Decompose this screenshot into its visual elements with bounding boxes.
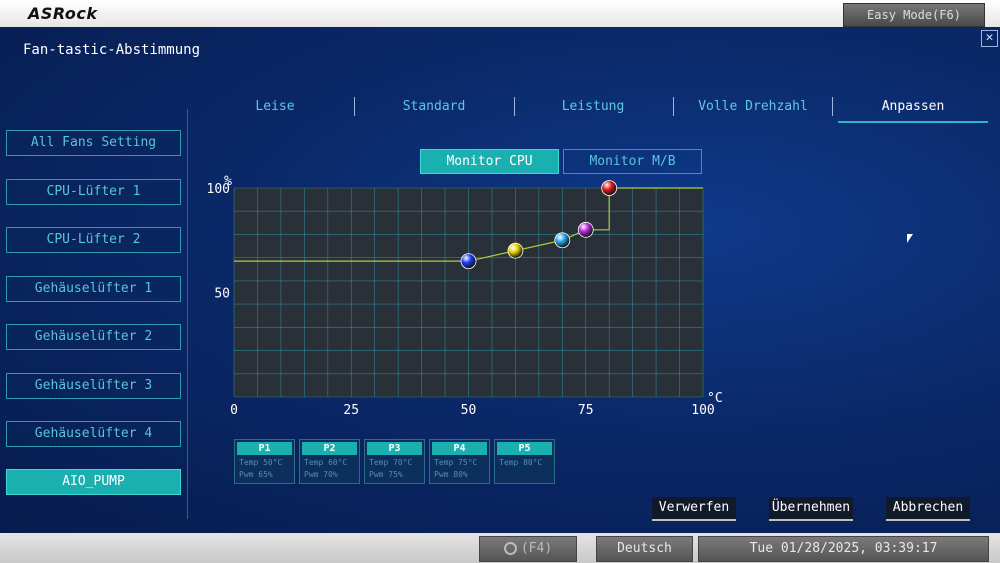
mouse-cursor-icon <box>907 234 913 243</box>
close-icon[interactable]: ✕ <box>981 30 998 47</box>
tab-separator <box>354 97 355 116</box>
cancel-button[interactable]: Abbrechen <box>886 497 970 521</box>
point-label: P3 <box>367 442 422 455</box>
point-temp: Temp 60°C <box>304 458 348 467</box>
curve-point-p5[interactable] <box>601 180 618 196</box>
tab-leise[interactable]: Leise <box>235 97 315 121</box>
language-button[interactable]: Deutsch <box>596 536 693 562</box>
sidebar-item-cpu-fan-1[interactable]: CPU-Lüfter 1 <box>6 179 181 205</box>
point-info-p5: P5 Temp 80°C <box>494 439 555 484</box>
tab-anpassen[interactable]: Anpassen <box>838 97 988 123</box>
curve-point-p1[interactable] <box>460 253 477 270</box>
monitor-mb-button[interactable]: Monitor M/B <box>563 149 702 174</box>
curve-point-p4[interactable] <box>577 221 594 238</box>
point-info-p3: P3 Temp 70°C Pwm 75% <box>364 439 425 484</box>
point-info-p4: P4 Temp 75°C Pwm 80% <box>429 439 490 484</box>
y-tick-label: 50 <box>214 287 230 302</box>
point-pwm: Pwm 65% <box>239 470 273 479</box>
apply-button[interactable]: Übernehmen <box>769 497 853 521</box>
search-icon <box>503 542 517 555</box>
tab-separator <box>514 97 515 116</box>
x-unit-label: °C <box>707 391 723 406</box>
sidebar-item-cpu-fan-2[interactable]: CPU-Lüfter 2 <box>6 227 181 253</box>
bottom-bar: (F4) Deutsch Tue 01/28/2025, 03:39:17 <box>0 533 1000 563</box>
curve-point-p2[interactable] <box>507 242 524 259</box>
top-bar: ASRock Easy Mode(F6) <box>0 0 1000 27</box>
tab-leistung[interactable]: Leistung <box>553 97 633 121</box>
x-tick-label: 25 <box>343 403 359 418</box>
point-temp: Temp 70°C <box>369 458 413 467</box>
datetime-display[interactable]: Tue 01/28/2025, 03:39:17 <box>698 536 989 562</box>
search-shortcut-label: (F4) <box>520 541 553 556</box>
y-unit-label: % <box>224 174 232 189</box>
point-pwm: Pwm 75% <box>369 470 403 479</box>
tab-separator <box>673 97 674 116</box>
sidebar-item-chassis-fan-3[interactable]: Gehäuselüfter 3 <box>6 373 181 399</box>
main-panel: Fan-tastic-Abstimmung ✕ Leise Standard L… <box>0 27 1000 533</box>
point-temp: Temp 80°C <box>499 458 543 467</box>
fan-curve-chart[interactable]: 0 25 50 75 10010050%°C <box>205 174 735 424</box>
easy-mode-button[interactable]: Easy Mode(F6) <box>843 3 985 27</box>
search-button[interactable]: (F4) <box>479 536 577 562</box>
sidebar-divider <box>187 109 188 519</box>
tab-volle-drehzahl[interactable]: Volle Drehzahl <box>693 97 813 121</box>
asrock-logo: ASRock <box>28 4 98 23</box>
sidebar-item-chassis-fan-4[interactable]: Gehäuselüfter 4 <box>6 421 181 447</box>
point-label: P2 <box>302 442 357 455</box>
point-info-p1: P1 Temp 50°C Pwm 65% <box>234 439 295 484</box>
point-pwm: Pwm 80% <box>434 470 468 479</box>
page-title: Fan-tastic-Abstimmung <box>23 42 201 58</box>
x-tick-label: 0 <box>230 403 238 418</box>
tab-separator <box>832 97 833 116</box>
sidebar-item-all-fans[interactable]: All Fans Setting <box>6 130 181 156</box>
x-tick-label: 75 <box>578 403 594 418</box>
sidebar-item-chassis-fan-1[interactable]: Gehäuselüfter 1 <box>6 276 181 302</box>
curve-point-p3[interactable] <box>554 232 571 249</box>
point-temp: Temp 50°C <box>239 458 283 467</box>
sidebar-item-chassis-fan-2[interactable]: Gehäuselüfter 2 <box>6 324 181 350</box>
point-label: P4 <box>432 442 487 455</box>
sidebar-item-aio-pump[interactable]: AIO_PUMP <box>6 469 181 495</box>
tab-standard[interactable]: Standard <box>394 97 474 121</box>
point-info-p2: P2 Temp 60°C Pwm 70% <box>299 439 360 484</box>
point-label: P5 <box>497 442 552 455</box>
monitor-cpu-button[interactable]: Monitor CPU <box>420 149 559 174</box>
discard-button[interactable]: Verwerfen <box>652 497 736 521</box>
point-temp: Temp 75°C <box>434 458 478 467</box>
point-pwm: Pwm 70% <box>304 470 338 479</box>
point-label: P1 <box>237 442 292 455</box>
x-tick-label: 50 <box>461 403 477 418</box>
